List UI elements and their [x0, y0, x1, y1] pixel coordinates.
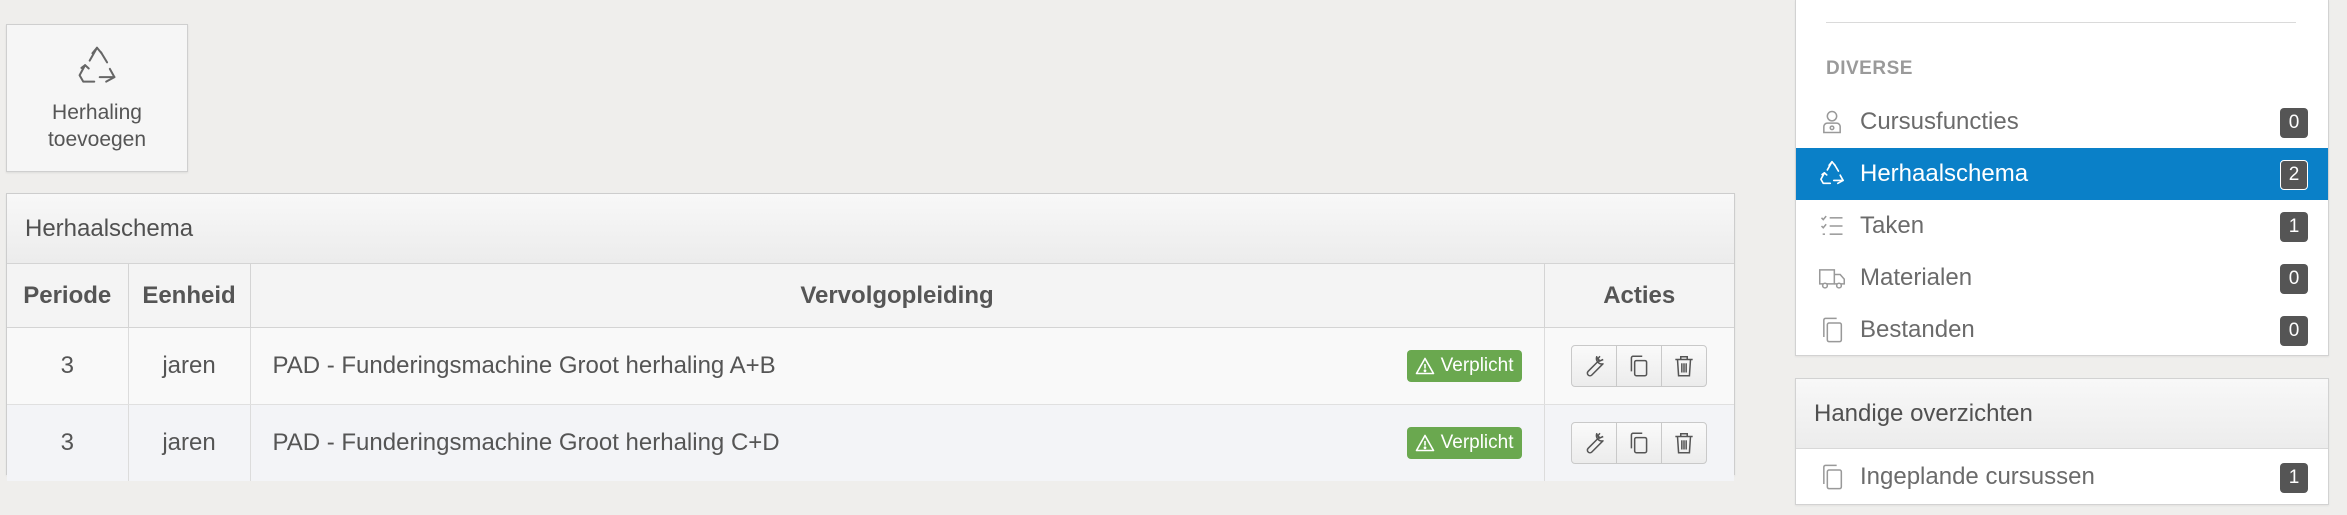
sidebar-item-bestanden[interactable]: Bestanden 0 — [1796, 304, 2328, 356]
table-row: 3 jaren PAD - Funderingsmachine Groot he… — [7, 404, 1734, 481]
course-name: PAD - Funderingsmachine Groot herhaling … — [272, 429, 780, 456]
copy-icon — [1626, 430, 1652, 456]
mandatory-label: Verplicht — [1440, 432, 1514, 453]
panel-title: Herhaalschema — [7, 194, 1734, 264]
sidebar-item-label: Taken — [1860, 212, 1925, 239]
recycle-icon — [75, 45, 119, 89]
wrench-icon — [1581, 353, 1607, 379]
actions-cell — [1544, 404, 1734, 481]
user-badge-icon — [1818, 108, 1846, 136]
sidebar-item-materialen[interactable]: Materialen 0 — [1796, 252, 2328, 304]
column-header-course: Vervolgopleiding — [250, 264, 1545, 328]
add-repeat-label: Herhaling toevoegen — [47, 101, 147, 151]
mandatory-badge: Verplicht — [1406, 427, 1522, 459]
recycle-icon — [1818, 160, 1846, 188]
course-cell: PAD - Funderingsmachine Groot herhaling … — [250, 327, 1545, 405]
add-repeat-button[interactable]: Herhaling toevoegen — [6, 24, 188, 172]
sidebar-category: DIVERSE — [1826, 58, 1913, 79]
sidebar-item-label: Bestanden — [1860, 316, 1975, 343]
sidebar-item-cursusfuncties[interactable]: Cursusfuncties 0 — [1796, 96, 2328, 148]
copy-button[interactable] — [1616, 345, 1663, 387]
sidebar-item-label: Herhaalschema — [1860, 160, 2029, 187]
files-icon — [1818, 463, 1846, 491]
warning-icon — [1415, 357, 1435, 375]
period-cell: 3 — [7, 327, 129, 405]
copy-button[interactable] — [1616, 422, 1663, 464]
sidebar-item-label: Materialen — [1860, 264, 1973, 291]
edit-button[interactable] — [1571, 345, 1618, 387]
column-header-period: Periode — [7, 264, 129, 328]
table-row: 3 jaren PAD - Funderingsmachine Groot he… — [7, 327, 1734, 405]
period-cell: 3 — [7, 404, 129, 481]
count-badge: 0 — [2280, 264, 2308, 294]
truck-icon — [1818, 264, 1846, 292]
column-header-actions: Acties — [1544, 264, 1734, 328]
mandatory-label: Verplicht — [1440, 355, 1514, 376]
overviews-title: Handige overzichten — [1796, 379, 2328, 449]
count-badge: 2 — [2280, 160, 2308, 190]
sidebar-item-taken[interactable]: Taken 1 — [1796, 200, 2328, 252]
unit-cell: jaren — [128, 404, 251, 481]
copy-icon — [1626, 353, 1652, 379]
edit-button[interactable] — [1571, 422, 1618, 464]
sidebar-item-label: Ingeplande cursussen — [1860, 463, 2095, 490]
count-badge: 0 — [2280, 108, 2308, 138]
divider — [1826, 22, 2296, 23]
delete-button[interactable] — [1661, 345, 1708, 387]
repeat-schedule-table: Periode Eenheid Vervolgopleiding Acties … — [7, 264, 1734, 481]
sidebar-overviews: Handige overzichten Ingeplande cursussen… — [1795, 378, 2329, 505]
course-cell: PAD - Funderingsmachine Groot herhaling … — [250, 404, 1545, 481]
sidebar-item-herhaalschema[interactable]: Herhaalschema 2 — [1796, 148, 2328, 200]
count-badge: 0 — [2280, 316, 2308, 346]
sidebar-item-ingeplande-cursussen[interactable]: Ingeplande cursussen 1 — [1796, 451, 2328, 503]
sidebar-item-label: Cursusfuncties — [1860, 108, 2019, 135]
sidebar-diverse: DIVERSE Cursusfuncties 0 Herhaalschema 2… — [1795, 0, 2329, 356]
trash-icon — [1671, 430, 1697, 456]
count-badge: 1 — [2280, 212, 2308, 242]
repeat-schedule-panel: Herhaalschema Periode Eenheid Vervolgopl… — [6, 193, 1735, 481]
actions-cell — [1544, 327, 1734, 405]
wrench-icon — [1581, 430, 1607, 456]
trash-icon — [1671, 353, 1697, 379]
mandatory-badge: Verplicht — [1406, 350, 1522, 382]
course-name: PAD - Funderingsmachine Groot herhaling … — [272, 352, 776, 379]
unit-cell: jaren — [128, 327, 251, 405]
files-icon — [1818, 316, 1846, 344]
column-header-unit: Eenheid — [128, 264, 251, 328]
tasks-icon — [1818, 212, 1846, 240]
delete-button[interactable] — [1661, 422, 1708, 464]
count-badge: 1 — [2280, 463, 2308, 493]
warning-icon — [1415, 434, 1435, 452]
